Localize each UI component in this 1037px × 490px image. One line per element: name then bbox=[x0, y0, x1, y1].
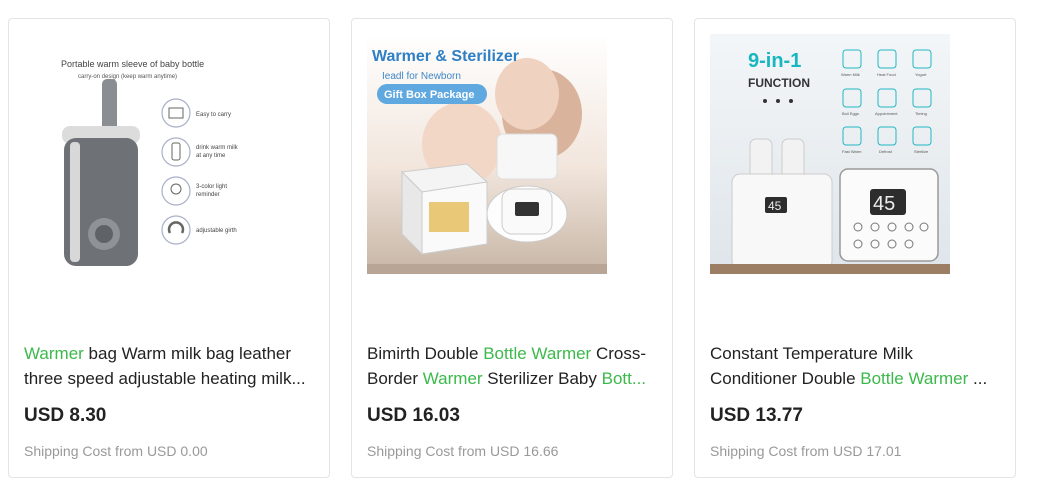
image-subheading: carry-on design (keep warm anytime) bbox=[78, 74, 177, 80]
svg-text:Heat Food: Heat Food bbox=[877, 72, 896, 77]
svg-text:at any time: at any time bbox=[196, 153, 226, 159]
svg-text:drink warm milk: drink warm milk bbox=[196, 145, 239, 151]
svg-text:Fast Warm: Fast Warm bbox=[842, 149, 862, 154]
svg-text:Timing: Timing bbox=[915, 111, 927, 116]
product-price: USD 13.77 bbox=[710, 405, 803, 426]
product-price: USD 8.30 bbox=[24, 405, 107, 426]
product-title[interactable]: Bimirth Double Bottle Warmer Cross- Bord… bbox=[367, 341, 662, 393]
image-subheading: FUNCTION bbox=[748, 76, 810, 90]
svg-text:Defrost: Defrost bbox=[879, 149, 893, 154]
feature-list: Easy to carry drink warm milk at any tim… bbox=[161, 98, 239, 245]
image-subheading: Ieadl for Newborn bbox=[382, 71, 461, 82]
display-readout: 45 bbox=[873, 193, 895, 215]
shipping-cost: Shipping Cost from USD 16.66 bbox=[367, 443, 559, 459]
product-title[interactable]: Constant Temperature Milk Conditioner Do… bbox=[710, 341, 1005, 393]
product-card[interactable]: 9-in-1 FUNCTION Warm Milk Heat Food Yogu… bbox=[694, 18, 1016, 478]
product-image[interactable]: Portable warm sleeve of baby bottle carr… bbox=[24, 34, 264, 274]
image-badge: Gift Box Package bbox=[384, 89, 474, 101]
svg-text:adjustable girth: adjustable girth bbox=[196, 228, 237, 234]
svg-text:3-color light: 3-color light bbox=[196, 184, 227, 190]
product-image[interactable]: 9-in-1 FUNCTION Warm Milk Heat Food Yogu… bbox=[710, 34, 950, 274]
svg-text:reminder: reminder bbox=[196, 192, 220, 198]
shipping-cost: Shipping Cost from USD 17.01 bbox=[710, 443, 902, 459]
svg-text:Sterilize: Sterilize bbox=[914, 149, 929, 154]
svg-text:Appointment: Appointment bbox=[875, 111, 898, 116]
product-image[interactable]: Warmer & Sterilizer Ieadl for Newborn Gi… bbox=[367, 34, 607, 274]
svg-text:Easy to carry: Easy to carry bbox=[196, 112, 231, 118]
image-heading: Warmer & Sterilizer bbox=[372, 48, 519, 65]
svg-text:Yogurt: Yogurt bbox=[915, 72, 927, 77]
svg-text:Boil Eggs: Boil Eggs bbox=[842, 111, 859, 116]
shipping-cost: Shipping Cost from USD 0.00 bbox=[24, 443, 208, 459]
product-price: USD 16.03 bbox=[367, 405, 460, 426]
product-title[interactable]: Warmer bag Warm milk bag leather three s… bbox=[24, 341, 319, 393]
svg-text:Warm Milk: Warm Milk bbox=[841, 72, 860, 77]
image-heading: 9-in-1 bbox=[748, 50, 801, 72]
svg-text:45: 45 bbox=[768, 199, 782, 213]
product-card[interactable]: Portable warm sleeve of baby bottle carr… bbox=[8, 18, 330, 478]
image-heading: Portable warm sleeve of baby bottle bbox=[61, 59, 204, 69]
product-card[interactable]: Warmer & Sterilizer Ieadl for Newborn Gi… bbox=[351, 18, 673, 478]
